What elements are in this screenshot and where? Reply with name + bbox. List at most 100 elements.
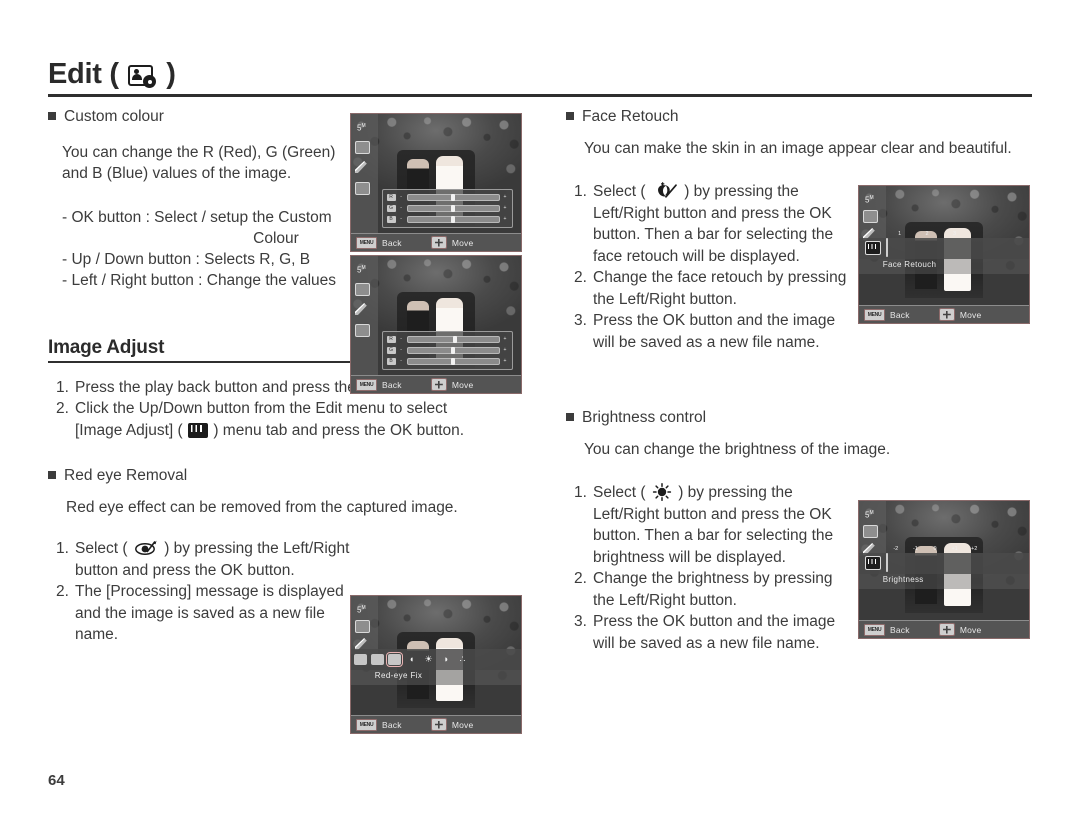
face-retouch-step-1-after: ) by pressing the	[684, 183, 799, 200]
image-icon[interactable]	[354, 654, 367, 666]
rgb-track-r[interactable]	[406, 335, 500, 343]
red-eye-step-1-number: 1.	[56, 540, 69, 558]
rgb-tag-r: R	[386, 193, 396, 201]
back-guide[interactable]: MENU Back	[864, 623, 910, 636]
image-adjust-step-2-icon-after: ) menu tab and press the OK button.	[213, 421, 465, 439]
red-eye-icon[interactable]	[386, 652, 403, 668]
menu-button-icon[interactable]: MENU	[356, 236, 377, 249]
red-eye-step-1-before: Select (	[75, 540, 128, 558]
back-guide[interactable]: MENU Back	[356, 718, 402, 731]
move-guide[interactable]: Move	[938, 308, 982, 321]
back-guide[interactable]: MENU Back	[864, 308, 910, 321]
face-retouch-step-3-line-0: Press the OK button and the image	[593, 312, 836, 329]
rgb-max-b: +	[503, 358, 507, 365]
brightness-level-panel[interactable]: -2 -1 0 +1 +2	[859, 546, 1029, 574]
rgb-track-g[interactable]	[406, 204, 500, 212]
face-retouch-step-2-number: 2.	[574, 269, 587, 286]
resolution-badge: 5M	[356, 123, 366, 133]
resolution-badge: 5M	[356, 605, 366, 615]
menu-button-icon[interactable]: MENU	[356, 378, 377, 391]
face-retouch-icon[interactable]: ◖	[405, 654, 418, 665]
rgb-row-r[interactable]: R - +	[386, 193, 508, 202]
face-retouch-step-2-line-1: the Left/Right button.	[593, 290, 737, 308]
back-guide[interactable]: MENU Back	[356, 236, 402, 249]
dpad-icon[interactable]	[938, 308, 955, 321]
move-label: Move	[959, 309, 982, 320]
level-bar[interactable]: 1 2 3	[886, 231, 968, 258]
move-guide[interactable]: Move	[938, 623, 982, 636]
menu-button-icon[interactable]: MENU	[864, 623, 885, 636]
rgb-row-b[interactable]: B - +	[386, 215, 508, 224]
brightness-step-1-before: Select (	[593, 484, 646, 501]
brightness-icon[interactable]: ☀	[422, 654, 435, 665]
contrast-icon[interactable]: ◑	[439, 654, 452, 665]
level-tick-4: +2	[971, 546, 978, 553]
red-eye-step-1: 1. Select ( ) by pressing the Left/Right…	[56, 538, 356, 581]
pen-edit-icon	[354, 303, 367, 315]
lcd-guide-bar: MENU Back Move	[351, 375, 521, 393]
face-retouch-step-1-line-0: Left/Right button and press the OK	[593, 204, 832, 222]
rgb-max-g: +	[503, 205, 507, 212]
brightness-step-2: 2. Change the brightness by pressing the…	[574, 568, 864, 611]
move-guide[interactable]: Move	[430, 378, 474, 391]
red-eye-step-1-after: ) by pressing the Left/Right	[164, 540, 350, 558]
face-retouch-step-2-line-0: Change the face retouch by pressing	[593, 269, 847, 286]
rgb-tag-b: B	[386, 215, 396, 223]
image-adjust-badge-icon	[354, 182, 370, 195]
edit-photo-gear-icon	[128, 64, 159, 88]
level-track[interactable]	[886, 553, 888, 573]
red-eye-step-2-number: 2.	[56, 583, 69, 601]
face-retouch-heading-label: Face Retouch	[582, 108, 679, 125]
rgb-slider-panel[interactable]: R - + G - + B - +	[381, 188, 513, 228]
brightness-step-3: 3. Press the OK button and the image wil…	[574, 611, 864, 654]
brightness-screen: 5M -2 -1 0 +1 +2 Brightness MENU Back Mo…	[858, 500, 1030, 639]
rgb-track-r[interactable]	[406, 193, 500, 201]
resolution-badge: 5M	[356, 265, 366, 275]
level-track[interactable]	[886, 238, 888, 258]
back-guide[interactable]: MENU Back	[356, 378, 402, 391]
move-guide[interactable]: Move	[430, 236, 474, 249]
menu-button-icon[interactable]: MENU	[356, 718, 377, 731]
saturation-icon[interactable]: ∴	[456, 654, 469, 665]
resize-icon[interactable]	[371, 654, 384, 666]
level-tick-3: +1	[951, 546, 958, 553]
rgb-row-g[interactable]: G - +	[386, 346, 508, 355]
rgb-track-b[interactable]	[406, 357, 500, 365]
face-retouch-step-1-line-2: face retouch will be displayed.	[593, 247, 800, 265]
rgb-track-g[interactable]	[406, 346, 500, 354]
dpad-icon[interactable]	[430, 236, 447, 249]
menu-button-icon[interactable]: MENU	[864, 308, 885, 321]
red-eye-step-2: 2. The [Processing] message is displayed…	[56, 581, 356, 646]
back-label: Back	[382, 719, 402, 730]
rgb-max-r: +	[503, 336, 507, 343]
rgb-slider-panel[interactable]: R - + G - + B - +	[381, 330, 513, 370]
back-label: Back	[890, 309, 910, 320]
brightness-step-1-number: 1.	[574, 484, 587, 501]
level-bar[interactable]: -2 -1 0 +1 +2	[886, 546, 984, 573]
dpad-icon[interactable]	[430, 378, 447, 391]
page-title-text: Edit	[48, 58, 102, 90]
level-tick-2: 0	[933, 546, 937, 553]
image-adjust-step-2-icon-before: [Image Adjust] (	[75, 421, 183, 439]
level-icon	[865, 556, 881, 571]
dpad-icon[interactable]	[430, 718, 447, 731]
mode-badge-icon	[862, 525, 878, 538]
level-tick-1: -1	[912, 546, 918, 553]
brightness-step-1: 1. Select () by pressing the Left/Right…	[574, 482, 864, 568]
red-eye-heading: Red eye Removal	[48, 467, 528, 485]
move-guide[interactable]: Move	[430, 718, 474, 731]
rgb-row-g[interactable]: G - +	[386, 204, 508, 213]
effect-name-label: Brightness	[859, 573, 1029, 589]
move-label: Move	[959, 624, 982, 635]
rgb-row-b[interactable]: B - +	[386, 357, 508, 366]
rgb-row-r[interactable]: R - +	[386, 335, 508, 344]
face-retouch-step-1-number: 1.	[574, 183, 587, 200]
effect-icon-strip[interactable]: ◖ ☀ ◑ ∴	[351, 649, 521, 670]
face-retouch-level-panel[interactable]: 1 2 3	[859, 231, 1029, 259]
rgb-track-b[interactable]	[406, 215, 500, 223]
dpad-icon[interactable]	[938, 623, 955, 636]
rgb-min-r: -	[400, 194, 402, 201]
paren-open: (	[109, 58, 119, 90]
status-rail: 5M	[351, 114, 379, 251]
back-label: Back	[382, 237, 402, 248]
